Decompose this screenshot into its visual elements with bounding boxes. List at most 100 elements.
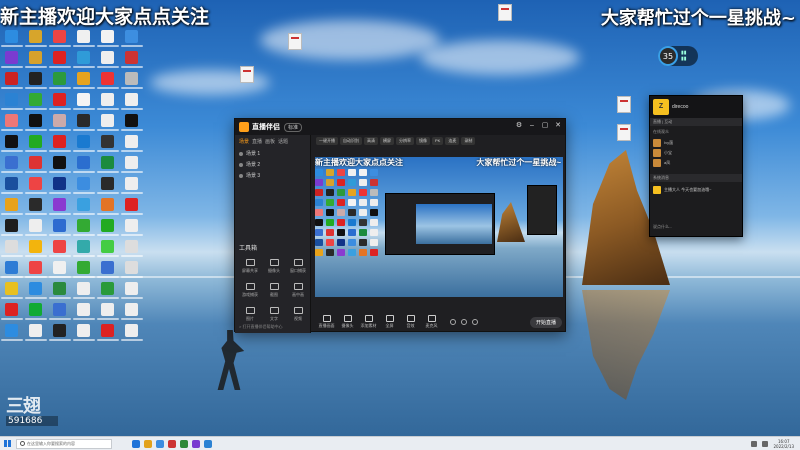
desktop-file-icon[interactable] xyxy=(617,124,631,141)
desktop-file-icon[interactable] xyxy=(617,96,631,113)
desktop-icon[interactable] xyxy=(24,156,47,177)
taskbar-app-icon[interactable] xyxy=(132,439,140,448)
desktop-icon[interactable] xyxy=(120,261,143,282)
toolbar-button[interactable]: 横屏 xyxy=(380,137,394,145)
toolbar-button[interactable]: 镜像 xyxy=(416,137,430,145)
desktop-icon[interactable] xyxy=(96,177,119,198)
chat-subtitle[interactable]: 直播 | 互动 xyxy=(650,118,742,126)
desktop-icon[interactable] xyxy=(0,72,23,93)
desktop-icon[interactable] xyxy=(96,219,119,240)
network-icon[interactable] xyxy=(751,440,758,447)
desktop-icon[interactable] xyxy=(24,198,47,219)
desktop-icon[interactable] xyxy=(72,114,95,135)
desktop-icon[interactable] xyxy=(96,135,119,156)
desktop-icon[interactable] xyxy=(24,282,47,303)
taskbar-app-icon[interactable] xyxy=(204,439,212,448)
desktop-icon[interactable] xyxy=(48,72,71,93)
volume-icon[interactable] xyxy=(762,440,769,447)
toolbar-button[interactable]: 录制 xyxy=(461,137,476,145)
toolbar-button[interactable]: 一键开播 xyxy=(316,137,338,145)
desktop-icon[interactable] xyxy=(0,303,23,324)
desktop-icon[interactable] xyxy=(96,324,119,345)
desktop-icon[interactable] xyxy=(72,303,95,324)
desktop-file-icon[interactable] xyxy=(240,66,254,83)
toolbar-button[interactable]: 分辨率 xyxy=(396,137,414,145)
desktop-icon[interactable] xyxy=(120,198,143,219)
desktop-icon[interactable] xyxy=(24,30,47,51)
desktop-icon[interactable] xyxy=(0,219,23,240)
tool-button[interactable]: 文字 xyxy=(263,303,285,325)
close-icon[interactable]: ✕ xyxy=(554,122,562,130)
desktop-icon[interactable] xyxy=(120,324,143,345)
taskbar-app-icon[interactable] xyxy=(192,439,200,448)
desktop-icon[interactable] xyxy=(96,93,119,114)
toolbar-button[interactable]: 自动识别 xyxy=(340,137,362,145)
desktop-icon[interactable] xyxy=(48,282,71,303)
desktop-icon[interactable] xyxy=(0,51,23,72)
scene-item[interactable]: 场景 3 xyxy=(235,170,310,181)
desktop-icon[interactable] xyxy=(0,156,23,177)
desktop-icon[interactable] xyxy=(120,282,143,303)
desktop-icon[interactable] xyxy=(96,114,119,135)
desktop-icon[interactable] xyxy=(72,177,95,198)
desktop-icon[interactable] xyxy=(24,93,47,114)
desktop-file-icon[interactable] xyxy=(288,33,302,50)
desktop-icon[interactable] xyxy=(24,72,47,93)
desktop-icon[interactable] xyxy=(48,324,71,345)
desktop-icon[interactable] xyxy=(24,324,47,345)
desktop-icon[interactable] xyxy=(72,156,95,177)
tool-button[interactable]: 画中画 xyxy=(287,279,309,301)
desktop-icon[interactable] xyxy=(0,135,23,156)
tool-button[interactable]: 截图 xyxy=(263,279,285,301)
help-link[interactable]: > 打开直播伴侣帮助中心 xyxy=(239,324,282,330)
taskbar-search[interactable]: 在这里输入你要搜索的内容 xyxy=(16,438,112,449)
desktop-icon[interactable] xyxy=(120,240,143,261)
app-tag[interactable]: 标准 xyxy=(284,122,303,132)
desktop-icon[interactable] xyxy=(24,135,47,156)
desktop-icon[interactable] xyxy=(96,240,119,261)
desktop-icon[interactable] xyxy=(120,30,143,51)
bottom-tool[interactable]: 直播画面 xyxy=(316,315,337,329)
desktop-icon[interactable] xyxy=(48,156,71,177)
side-tab[interactable]: 直播 xyxy=(252,138,262,145)
desktop-icon[interactable] xyxy=(120,303,143,324)
desktop-icon[interactable] xyxy=(72,240,95,261)
desktop-icon[interactable] xyxy=(48,240,71,261)
scene-item[interactable]: 场景 1 xyxy=(235,148,310,159)
desktop-icon[interactable] xyxy=(120,219,143,240)
desktop-icon[interactable] xyxy=(120,156,143,177)
bottom-tool[interactable]: 音效 xyxy=(400,315,421,329)
side-tab[interactable]: 场景 xyxy=(239,138,249,145)
desktop-icon[interactable] xyxy=(24,114,47,135)
desktop-icon[interactable] xyxy=(96,30,119,51)
bottom-tool[interactable]: 麦克风 xyxy=(421,315,442,329)
desktop-icon[interactable] xyxy=(72,261,95,282)
desktop-icon[interactable] xyxy=(72,30,95,51)
desktop-icon[interactable] xyxy=(0,177,23,198)
bottom-tool[interactable]: 全屏 xyxy=(379,315,400,329)
desktop-icon[interactable] xyxy=(96,51,119,72)
chat-header[interactable]: Z direcoo xyxy=(650,96,742,118)
bottom-tool[interactable]: 添加素材 xyxy=(358,315,379,329)
bottom-tool[interactable]: 摄像头 xyxy=(337,315,358,329)
desktop-icon[interactable] xyxy=(72,282,95,303)
settings-icon[interactable]: ⚙ xyxy=(515,122,523,130)
desktop-icon[interactable] xyxy=(96,303,119,324)
desktop-icon[interactable] xyxy=(120,135,143,156)
desktop-icon[interactable] xyxy=(24,303,47,324)
taskbar-app-icon[interactable] xyxy=(180,439,188,448)
desktop-icon[interactable] xyxy=(96,156,119,177)
desktop-icon[interactable] xyxy=(0,261,23,282)
gear-icon[interactable] xyxy=(472,319,478,325)
desktop-icon[interactable] xyxy=(0,30,23,51)
chat-input[interactable]: 说点什么... xyxy=(653,224,672,230)
desktop-icon[interactable] xyxy=(48,30,71,51)
desktop-icon[interactable] xyxy=(48,51,71,72)
tool-button[interactable]: 屏幕共享 xyxy=(239,255,261,277)
tool-button[interactable]: 窗口捕获 xyxy=(287,255,309,277)
app-titlebar[interactable]: 直播伴侣 标准 ⚙ – ▢ ✕ xyxy=(235,119,565,135)
desktop-icon[interactable] xyxy=(48,219,71,240)
start-live-button[interactable]: 开始直播 xyxy=(529,316,562,328)
desktop-icon[interactable] xyxy=(24,177,47,198)
clock[interactable]: 16:07 2022/2/13 xyxy=(773,439,794,449)
